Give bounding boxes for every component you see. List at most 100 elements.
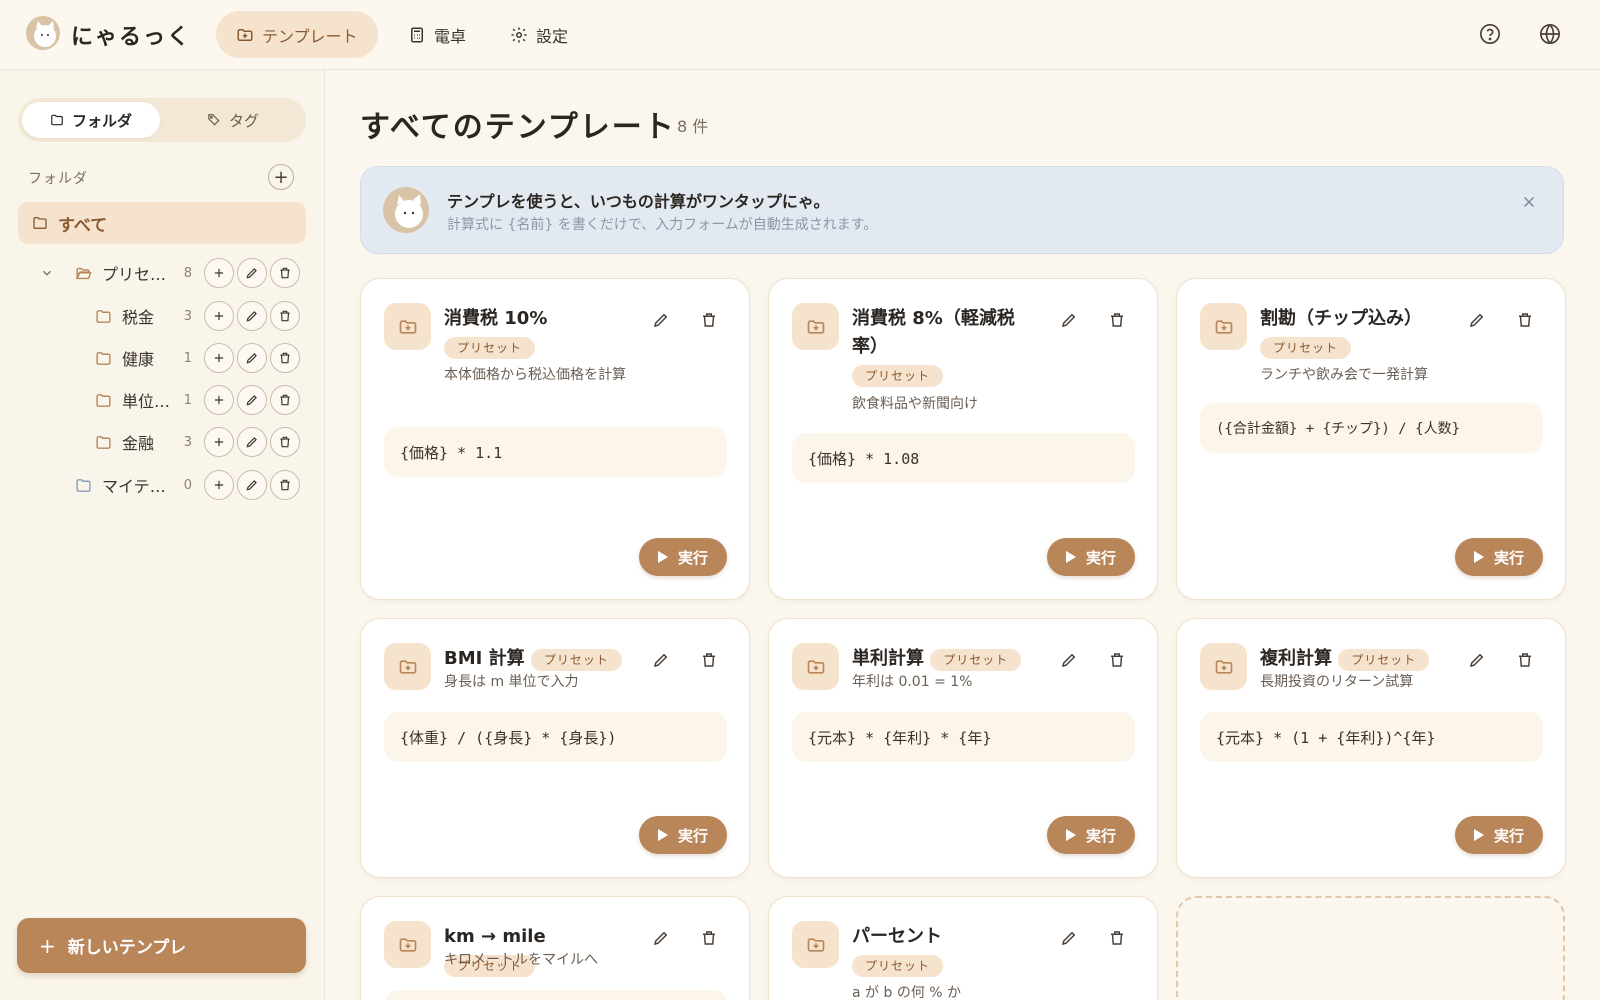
new-template-button[interactable]: + 新しいテンプレ: [17, 918, 306, 973]
folder-row-unit[interactable]: 単位変換 1: [95, 382, 303, 418]
run-label: 実行: [677, 548, 708, 567]
delete-folder-button[interactable]: [270, 427, 300, 457]
template-card[interactable]: 消費税 8%（軽減税率） プリセット 飲食料品や新聞向け {価格} * 1.08 …: [768, 278, 1158, 600]
add-folder-button[interactable]: +: [268, 164, 294, 190]
plus-icon: [214, 395, 224, 405]
card-description: 年利は 0.01 = 1%: [852, 674, 973, 690]
folder-row-health[interactable]: 健康 1: [95, 340, 303, 376]
card-title: パーセント プリセット: [852, 923, 1037, 979]
tab-calculator-label: 電卓: [434, 26, 467, 46]
card-title-text: 単利計算: [852, 648, 924, 669]
folder-row-preset[interactable]: プリセット 8: [75, 255, 303, 291]
template-card[interactable]: 消費税 10% プリセット 本体価格から税込価格を計算 {価格} * 1.1 実行: [360, 278, 750, 600]
template-card[interactable]: 単利計算 プリセット 年利は 0.01 = 1% {元本} * {年利} * {…: [768, 618, 1158, 878]
close-icon[interactable]: [1520, 193, 1538, 211]
pencil-icon: [246, 395, 257, 406]
app-title: にゃるっく: [71, 25, 192, 50]
plus-icon: +: [273, 166, 289, 188]
plus-icon: [214, 311, 224, 321]
run-label: 実行: [1493, 826, 1524, 845]
card-title: 割勘（チップ込み） プリセット: [1260, 305, 1445, 361]
rename-folder-button[interactable]: [237, 385, 267, 415]
trash-icon[interactable]: [700, 651, 718, 669]
play-icon: [657, 551, 668, 563]
rename-folder-button[interactable]: [237, 470, 267, 500]
view-toggle: フォルダ タグ: [18, 98, 306, 142]
run-button[interactable]: 実行: [639, 538, 727, 576]
add-subfolder-button[interactable]: [204, 427, 234, 457]
folder-row-finance[interactable]: 金融 3: [95, 424, 303, 460]
folder-all-label: すべて: [58, 215, 108, 236]
pencil-icon[interactable]: [1060, 311, 1078, 329]
card-title-text: km → mile: [444, 926, 546, 947]
run-button[interactable]: 実行: [1455, 538, 1543, 576]
card-title: 複利計算 プリセット: [1260, 645, 1445, 673]
delete-folder-button[interactable]: [270, 258, 300, 288]
delete-folder-button[interactable]: [270, 385, 300, 415]
folder-all[interactable]: すべて: [18, 202, 306, 244]
pencil-icon[interactable]: [1060, 651, 1078, 669]
delete-folder-button[interactable]: [270, 470, 300, 500]
trash-icon[interactable]: [700, 311, 718, 329]
pencil-icon[interactable]: [652, 311, 670, 329]
pencil-icon[interactable]: [1468, 651, 1486, 669]
banner-title: テンプレを使うと、いつもの計算がワンタップにゃ。: [447, 192, 830, 211]
folder-row-tax[interactable]: 税金 3: [95, 298, 303, 334]
delete-folder-button[interactable]: [270, 343, 300, 373]
trash-icon[interactable]: [1108, 929, 1126, 947]
pencil-icon: [246, 353, 257, 364]
template-card[interactable]: 割勘（チップ込み） プリセット ランチや飲み会で一発計算 ({合計金額} + {チ…: [1176, 278, 1566, 600]
add-subfolder-button[interactable]: [204, 385, 234, 415]
chevron-down-icon[interactable]: [40, 266, 54, 280]
run-button[interactable]: 実行: [1455, 816, 1543, 854]
folder-count: 3: [183, 434, 192, 450]
trash-icon[interactable]: [700, 929, 718, 947]
tab-templates[interactable]: テンプレート: [216, 11, 378, 58]
template-count: 8 件: [677, 117, 709, 136]
run-button[interactable]: 実行: [639, 816, 727, 854]
globe-icon[interactable]: [1539, 23, 1561, 45]
card-description: 本体価格から税込価格を計算: [444, 367, 626, 383]
plus-icon: +: [39, 933, 56, 958]
folder-label: マイテンプレート: [102, 477, 172, 496]
preset-badge: プリセット: [852, 365, 944, 387]
trash-icon[interactable]: [1108, 311, 1126, 329]
template-card[interactable]: 複利計算 プリセット 長期投資のリターン試算 {元本} * (1 + {年利})…: [1176, 618, 1566, 878]
template-card[interactable]: パーセント プリセット a が b の何 % か: [768, 896, 1158, 1000]
tab-settings[interactable]: 設定: [490, 11, 588, 58]
delete-folder-button[interactable]: [270, 301, 300, 331]
tab-calculator[interactable]: 電卓: [388, 11, 486, 58]
pencil-icon[interactable]: [652, 929, 670, 947]
folder-icon: [51, 114, 63, 126]
run-button[interactable]: 実行: [1047, 538, 1135, 576]
folder-row-my-templates[interactable]: マイテンプレート 0: [75, 467, 303, 503]
add-subfolder-button[interactable]: [204, 258, 234, 288]
trash-icon[interactable]: [1516, 311, 1534, 329]
add-subfolder-button[interactable]: [204, 301, 234, 331]
pencil-icon[interactable]: [1468, 311, 1486, 329]
add-template-placeholder[interactable]: [1176, 896, 1565, 1000]
rename-folder-button[interactable]: [237, 258, 267, 288]
pencil-icon[interactable]: [652, 651, 670, 669]
run-button[interactable]: 実行: [1047, 816, 1135, 854]
folder-count: 1: [183, 392, 192, 408]
segment-tag[interactable]: タグ: [164, 102, 302, 138]
rename-folder-button[interactable]: [237, 427, 267, 457]
template-card[interactable]: km → mile プリセット キロメートルをマイルへ: [360, 896, 750, 1000]
play-icon: [1065, 551, 1076, 563]
add-subfolder-button[interactable]: [204, 343, 234, 373]
rename-folder-button[interactable]: [237, 343, 267, 373]
segment-folder[interactable]: フォルダ: [22, 102, 160, 138]
help-icon[interactable]: [1479, 23, 1501, 45]
trash-icon[interactable]: [1516, 651, 1534, 669]
trash-icon[interactable]: [1108, 651, 1126, 669]
add-subfolder-button[interactable]: [204, 470, 234, 500]
pencil-icon[interactable]: [1060, 929, 1078, 947]
card-description: ランチや飲み会で一発計算: [1260, 367, 1428, 383]
template-card[interactable]: BMI 計算 プリセット 身長は m 単位で入力 {体重} / ({身長} * …: [360, 618, 750, 878]
rename-folder-button[interactable]: [237, 301, 267, 331]
sidebar: フォルダ タグ フォルダ + すべて プリセット 8 税金 3 健康 1: [0, 70, 325, 1000]
run-label: 実行: [1493, 548, 1524, 567]
card-formula: {価格} * 1.1: [384, 427, 727, 477]
card-formula: {元本} * (1 + {年利})^{年}: [1200, 712, 1543, 762]
